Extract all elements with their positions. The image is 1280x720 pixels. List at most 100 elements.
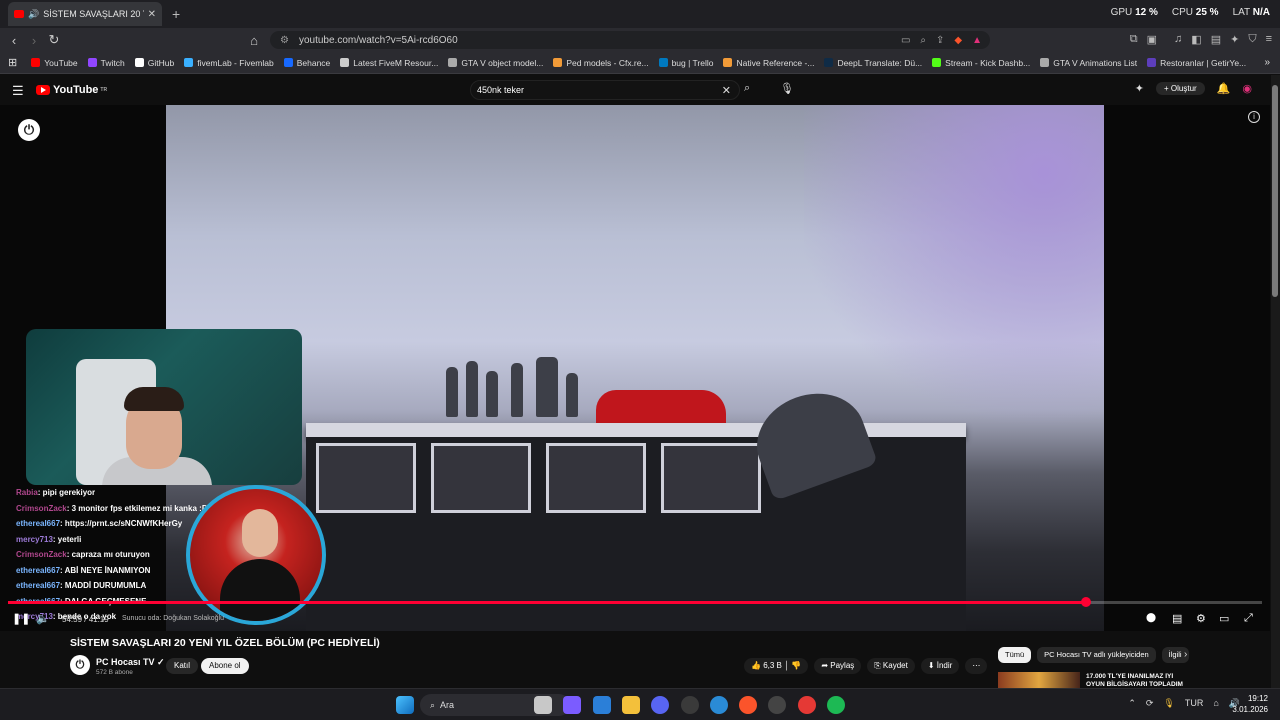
progress-bar[interactable] — [8, 597, 1262, 607]
bookmark-item[interactable]: fivemLab - Fivemlab — [184, 58, 274, 68]
chevron-right-icon[interactable]: › — [1184, 649, 1187, 660]
url-field[interactable]: ⚙ youtube.com/watch?v=5Ai-rcd6O60 ▭ ⌕ ⇪ … — [270, 31, 990, 49]
extensions-icon[interactable]: ⧉ — [1130, 33, 1138, 46]
forward-icon[interactable]: › — [24, 33, 44, 48]
autoplay-toggle[interactable]: ⬤ — [1146, 612, 1156, 623]
bookmark-item[interactable]: DeepL Translate: Dü... — [824, 58, 922, 68]
obs-icon[interactable] — [768, 696, 787, 714]
theater-mode-icon[interactable]: ▭ — [1219, 612, 1229, 625]
system-clock[interactable]: 19:12 3.01.2026 — [1232, 693, 1268, 715]
search-icon[interactable]: ⌕ — [744, 82, 750, 95]
more-actions-icon[interactable]: ⋯ — [965, 658, 988, 674]
speaker-icon[interactable]: 🔊 — [28, 9, 39, 20]
recommendation-thumbnail[interactable] — [998, 672, 1080, 688]
chip-uploader[interactable]: PC Hocası TV adlı yükleyiciden — [1037, 647, 1156, 663]
bookmark-icon[interactable]: ⌂ — [244, 33, 264, 48]
save-button[interactable]: ⎘ Kaydet — [867, 658, 915, 674]
media-icon[interactable]: ♫ — [1174, 33, 1182, 46]
wifi-icon[interactable]: ⌂ — [1213, 698, 1218, 709]
bookmark-item[interactable]: GTA V object model... — [448, 58, 543, 68]
extension-icon[interactable]: ✦ — [1135, 82, 1144, 95]
vpn-icon[interactable]: ⛉ — [1248, 33, 1256, 46]
channel-avatar[interactable]: ⏻ — [70, 655, 90, 675]
zoom-icon[interactable]: ⌕ — [920, 35, 926, 46]
volume-icon[interactable]: 🔈 — [36, 612, 50, 625]
settings-icon[interactable]: ⚙ — [1196, 612, 1206, 625]
vscode-icon[interactable] — [709, 696, 728, 714]
terminal-icon[interactable] — [680, 696, 699, 714]
flash-icon[interactable] — [797, 696, 816, 714]
bookmark-item[interactable]: Latest FiveM Resour... — [340, 58, 438, 68]
info-icon[interactable]: i — [1248, 111, 1260, 123]
bookmark-favicon-icon — [184, 58, 194, 67]
pause-icon[interactable]: ❚❚ — [12, 612, 30, 625]
page-scrollbar[interactable] — [1271, 75, 1280, 688]
reload-icon[interactable]: ↻ — [44, 32, 64, 48]
ai-icon[interactable]: ✦ — [1230, 33, 1239, 46]
brave-rewards-icon[interactable]: ▲ — [972, 35, 982, 46]
bookmark-item[interactable]: Native Reference -... — [723, 58, 814, 68]
brave-shield-icon[interactable]: ◆ — [954, 35, 962, 46]
bookmark-item[interactable]: Behance — [283, 58, 330, 68]
bookmark-item[interactable]: Restoranlar | GetirYe... — [1147, 58, 1246, 68]
spotify-icon[interactable] — [827, 696, 845, 714]
sidebar-icon[interactable]: ◧ — [1191, 33, 1201, 46]
bookmark-item[interactable]: Ped models - Cfx.re... — [553, 58, 649, 68]
menu-icon[interactable]: ≡ — [1266, 33, 1272, 46]
channel-name[interactable]: PC Hocası TV ✓ — [96, 657, 165, 668]
like-button[interactable]: 👍 6,3 B │ 👎 — [744, 658, 809, 674]
download-button[interactable]: ⬇ İndir — [920, 658, 960, 674]
copilot-icon[interactable] — [563, 696, 582, 714]
new-tab-button[interactable]: + — [172, 6, 180, 22]
subtitles-icon[interactable]: ▤ — [1172, 612, 1182, 625]
back-icon[interactable]: ‹ — [4, 33, 24, 48]
wallet-icon[interactable]: ▤ — [1211, 33, 1221, 46]
cpu-stat: CPU 25 % — [1171, 7, 1219, 18]
screenshot-icon[interactable]: ▣ — [1147, 33, 1157, 46]
files-icon[interactable] — [534, 696, 552, 714]
share-icon[interactable]: ⇪ — [936, 35, 944, 46]
recommendation-title[interactable]: 17.000 TL'YE İNANILMAZ İYİ OYUN BİLGİSAY… — [1086, 673, 1186, 689]
brave-icon[interactable] — [739, 696, 758, 714]
webcam-overlay — [26, 329, 302, 485]
microphone-tray-icon[interactable]: 🎙 — [1163, 698, 1174, 709]
apps-icon[interactable]: ⊞ — [8, 56, 17, 69]
subscribe-button[interactable]: Abone ol — [201, 658, 249, 674]
fullscreen-icon[interactable]: ⤢ — [1244, 612, 1253, 625]
bookmark-item[interactable]: bug | Trello — [658, 58, 713, 68]
bookmark-item[interactable]: Twitch — [87, 58, 125, 68]
bookmark-item[interactable]: GitHub — [134, 58, 174, 68]
browser-tab-bar: 🔊 SİSTEM SAVAŞLARI 20 YENİ Y ✕ + GPU 12 … — [0, 0, 1280, 28]
chip-all[interactable]: Tümü — [998, 647, 1032, 663]
site-info-icon[interactable]: ⚙ — [280, 35, 289, 46]
windows-start-icon[interactable] — [396, 696, 414, 714]
channel-watermark-icon[interactable]: ⏻ — [18, 119, 40, 141]
browser-tab-active[interactable]: 🔊 SİSTEM SAVAŞLARI 20 YENİ Y ✕ — [8, 2, 162, 26]
discord-icon[interactable] — [651, 696, 670, 714]
close-tab-icon[interactable]: ✕ — [148, 9, 156, 20]
chevron-up-icon[interactable]: ⌃ — [1128, 698, 1136, 709]
hamburger-menu-icon[interactable]: ☰ — [12, 83, 24, 99]
bookmark-item[interactable]: YouTube — [31, 58, 78, 68]
thumbs-down-icon[interactable]: 👎 — [791, 661, 801, 670]
video-player[interactable]: ⏻ i Rabia: pipi gerekiyor CrimsonZack: 3… — [0, 105, 1270, 631]
network-tray-icon[interactable]: ⟳ — [1146, 698, 1154, 709]
bookmark-favicon-icon — [658, 58, 668, 67]
language-indicator[interactable]: TUR — [1185, 698, 1204, 709]
youtube-logo[interactable]: YouTube TR — [36, 84, 107, 96]
notifications-icon[interactable]: 🔔 — [1217, 82, 1231, 95]
store-icon[interactable] — [592, 696, 611, 714]
microphone-icon[interactable]: 🎙 — [780, 82, 794, 95]
clear-search-icon[interactable]: ✕ — [722, 84, 731, 97]
bookmark-item[interactable]: GTA V Animations List — [1040, 58, 1137, 68]
search-input[interactable]: 450nk teker ✕ — [470, 80, 740, 100]
join-button[interactable]: Katıl — [166, 658, 199, 674]
avatar[interactable]: ◉ — [1242, 82, 1252, 95]
bookmark-item[interactable]: Stream - Kick Dashb... — [932, 58, 1030, 68]
folder-icon[interactable] — [621, 696, 640, 714]
share-button[interactable]: ➦ Paylaş — [814, 658, 862, 674]
create-button[interactable]: + Oluştur — [1155, 82, 1205, 95]
stream-caption: Sunucu oda: Doğukan Solakoğlu — [122, 615, 224, 622]
cast-icon[interactable]: ▭ — [901, 35, 910, 46]
more-bookmarks-icon[interactable]: » — [1264, 57, 1270, 68]
